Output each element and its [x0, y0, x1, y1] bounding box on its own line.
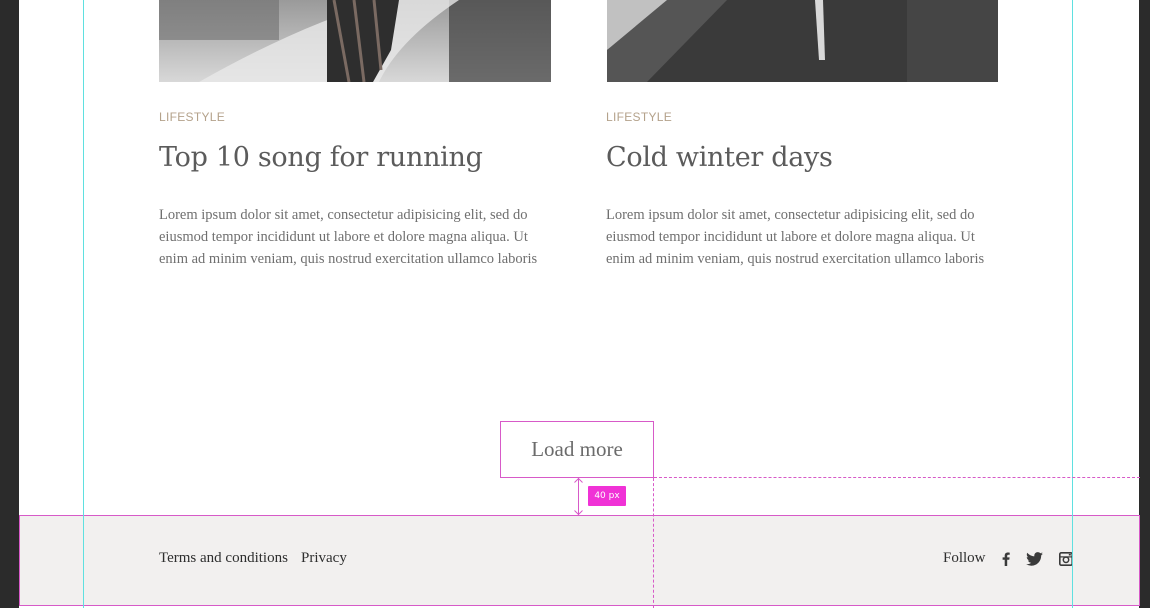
spacing-badge: 40 px	[588, 486, 626, 506]
footer: Terms and conditions Privacy Follow	[19, 515, 1140, 606]
spacing-guide-horizontal	[654, 477, 1140, 478]
facebook-icon[interactable]	[1001, 551, 1011, 567]
post-image-running[interactable]	[159, 0, 551, 82]
measure-arrow-up-icon	[574, 478, 583, 483]
post-image-winter[interactable]	[607, 0, 998, 82]
measure-arrow-down-icon	[574, 510, 583, 515]
footer-link-privacy[interactable]: Privacy	[301, 550, 347, 567]
post-category[interactable]: LIFESTYLE	[159, 110, 225, 124]
post-category[interactable]: LIFESTYLE	[606, 110, 672, 124]
spacing-guide-vertical	[653, 478, 654, 608]
post-excerpt: Lorem ipsum dolor sit amet, consectetur …	[606, 207, 985, 267]
follow-label: Follow	[943, 550, 986, 566]
footer-link-terms[interactable]: Terms and conditions	[159, 550, 288, 567]
twitter-icon[interactable]	[1025, 551, 1043, 567]
grid-guide-left	[83, 0, 84, 608]
post-excerpt: Lorem ipsum dolor sit amet, consectetur …	[159, 207, 538, 267]
grid-guide-right	[1072, 0, 1073, 608]
post-title[interactable]: Top 10 song for running	[159, 142, 483, 173]
load-more-button[interactable]: Load more	[500, 421, 654, 478]
post-title[interactable]: Cold winter days	[606, 142, 833, 173]
